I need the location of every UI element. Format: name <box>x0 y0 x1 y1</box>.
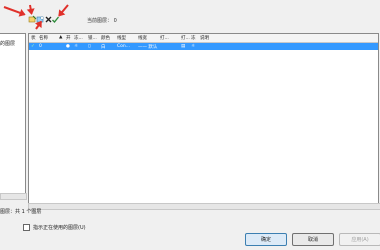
sort-arrow-icon[interactable]: ▲ <box>59 35 62 40</box>
lineweight-cell[interactable]: —— 默认 <box>138 44 157 50</box>
vp-freeze-icon[interactable]: ☼ <box>191 44 195 49</box>
header-linetype[interactable]: 线型 <box>117 35 126 41</box>
tree-item-all-layers[interactable]: 的图层 <box>0 40 15 47</box>
status-current-icon: ✓ <box>31 44 35 49</box>
cancel-button[interactable]: 取消 <box>292 233 334 246</box>
header-color[interactable]: 颜色 <box>101 35 110 41</box>
header-freeze[interactable]: 冻... <box>74 35 83 41</box>
header-lineweight[interactable]: 线宽 <box>138 35 147 41</box>
color-cell[interactable]: 白 <box>101 44 106 50</box>
header-status[interactable]: 状 <box>31 35 36 41</box>
header-vp-freeze[interactable]: 冻 <box>191 35 196 41</box>
left-scrollbar[interactable] <box>0 193 27 200</box>
show-in-use-label: 指示正在使用的图层(U) <box>33 225 86 231</box>
layer-count-summary: 图层：共 1 个图层 <box>0 209 42 215</box>
header-plot[interactable]: 打... <box>181 35 190 41</box>
table-horizontal-scrollbar[interactable] <box>28 203 380 210</box>
header-on[interactable]: 开 <box>66 35 71 41</box>
table-row[interactable]: ✓ 0 ● ☼ ▯ 白 Con... —— 默认 ▤ ☼ <box>29 43 378 50</box>
annotation-arrow-2 <box>29 4 33 15</box>
show-in-use-checkbox[interactable] <box>23 224 30 231</box>
plot-printer-icon[interactable]: ▤ <box>181 44 185 49</box>
layer-name-cell[interactable]: 0 <box>39 44 42 49</box>
layer-table: 状 名称 ▲ 开 冻... 锁... 颜色 线型 线宽 打... 打... 冻 … <box>28 33 379 205</box>
header-name[interactable]: 名称 <box>39 35 48 41</box>
current-layer-label: 当前图层： 0 <box>87 18 117 24</box>
apply-button[interactable]: 应用(A) <box>339 233 380 246</box>
header-lock[interactable]: 锁... <box>88 35 97 41</box>
header-plot-style[interactable]: 打... <box>160 35 169 41</box>
filter-tree-panel[interactable]: 的图层 <box>0 33 26 195</box>
layer-properties-dialog: 当前图层： 0 的图层 状 名称 ▲ 开 冻... 锁... 颜色 线型 线宽 … <box>0 0 380 250</box>
show-in-use-option[interactable]: 指示正在使用的图层(U) <box>23 224 86 231</box>
linetype-cell[interactable]: Con... <box>117 44 130 49</box>
table-header-row: 状 名称 ▲ 开 冻... 锁... 颜色 线型 线宽 打... 打... 冻 … <box>29 34 378 43</box>
lightbulb-on-icon[interactable]: ● <box>66 44 70 49</box>
ok-button[interactable]: 确定 <box>245 233 287 246</box>
sun-thaw-icon[interactable]: ☼ <box>74 44 78 49</box>
unlock-icon[interactable]: ▯ <box>88 44 90 49</box>
header-description[interactable]: 说明 <box>200 35 209 41</box>
